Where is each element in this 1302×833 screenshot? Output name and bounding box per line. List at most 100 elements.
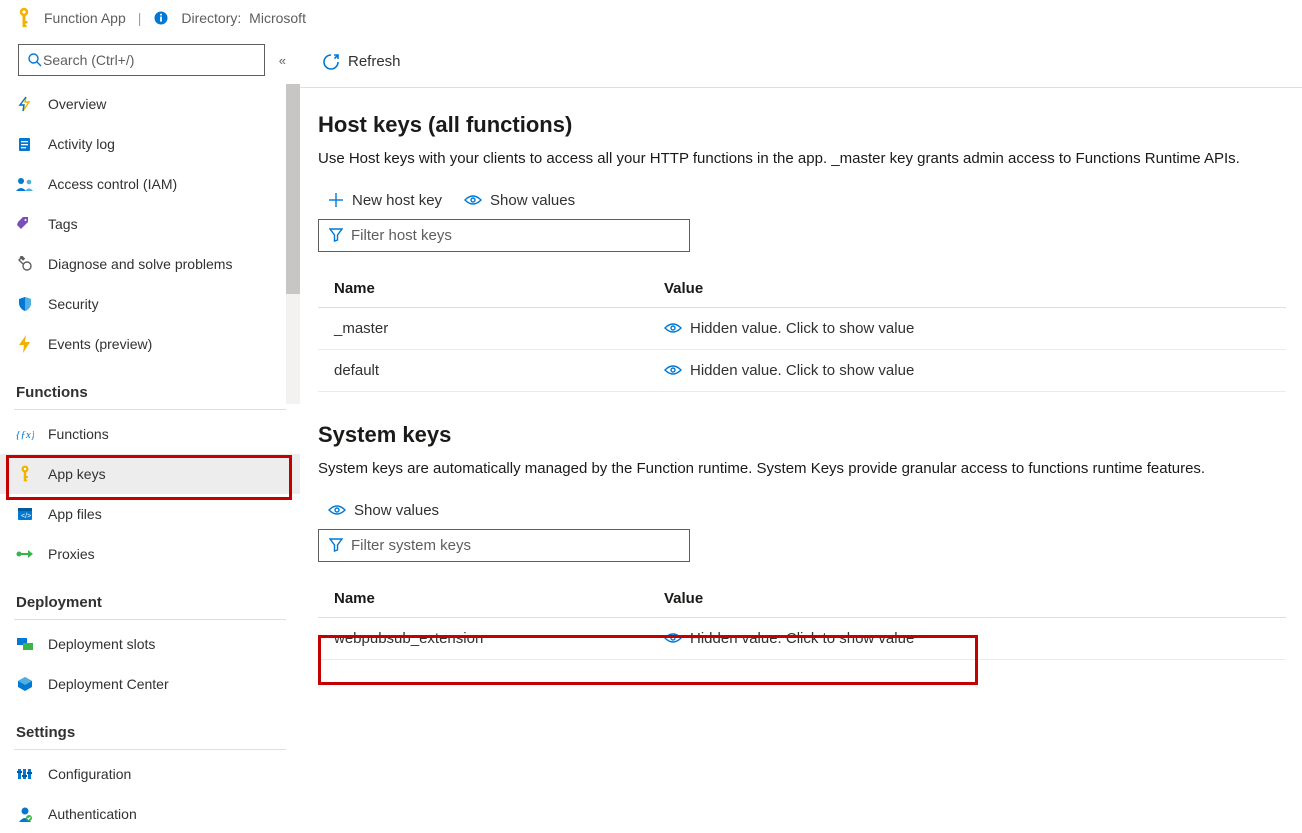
filter-host-keys-input[interactable] bbox=[351, 227, 679, 244]
nav-group-settings: Settings bbox=[0, 704, 300, 747]
nav-label: Security bbox=[48, 296, 99, 312]
filter-icon bbox=[329, 228, 343, 242]
eye-icon bbox=[464, 194, 482, 206]
sidebar-item-app-keys[interactable]: App keys bbox=[0, 454, 300, 494]
sidebar-item-authentication[interactable]: Authentication bbox=[0, 794, 300, 833]
system-keys-desc: System keys are automatically managed by… bbox=[318, 458, 1286, 480]
filter-icon bbox=[329, 538, 343, 552]
events-icon bbox=[16, 335, 34, 353]
host-keys-table: Name Value _master Hidden value. Cl bbox=[318, 270, 1286, 392]
eye-icon bbox=[664, 632, 682, 644]
sidebar-item-proxies[interactable]: Proxies bbox=[0, 534, 300, 574]
nav-group-deployment: Deployment bbox=[0, 574, 300, 617]
plus-icon bbox=[328, 192, 344, 208]
sidebar-item-overview[interactable]: Overview bbox=[0, 84, 300, 124]
refresh-button[interactable]: Refresh bbox=[318, 47, 405, 77]
functions-icon: {ƒx} bbox=[16, 425, 34, 443]
nav-label: Tags bbox=[48, 216, 78, 232]
resource-type-label: Function App bbox=[44, 10, 126, 26]
search-icon bbox=[27, 52, 43, 68]
nav-label: Activity log bbox=[48, 136, 115, 152]
authentication-icon bbox=[16, 805, 34, 823]
col-name-header[interactable]: Name bbox=[318, 270, 648, 308]
collapse-sidebar-button[interactable]: « bbox=[275, 49, 286, 72]
nav-scroll[interactable]: Overview Activity log Access control (IA… bbox=[0, 84, 300, 833]
sidebar-item-deployment-slots[interactable]: Deployment slots bbox=[0, 624, 300, 664]
nav-label: Access control (IAM) bbox=[48, 176, 177, 192]
sidebar-item-app-files[interactable]: </> App files bbox=[0, 494, 300, 534]
info-icon bbox=[153, 10, 169, 26]
sidebar-item-security[interactable]: Security bbox=[0, 284, 300, 324]
filter-system-keys-box[interactable] bbox=[318, 529, 690, 562]
host-keys-title: Host keys (all functions) bbox=[318, 112, 1286, 138]
sidebar-item-events[interactable]: Events (preview) bbox=[0, 324, 300, 364]
host-keys-section: Host keys (all functions) Use Host keys … bbox=[318, 100, 1286, 392]
eye-icon bbox=[664, 322, 682, 334]
scrollbar-track[interactable] bbox=[286, 84, 300, 404]
tags-icon bbox=[16, 215, 34, 233]
sidebar-item-deployment-center[interactable]: Deployment Center bbox=[0, 664, 300, 704]
sidebar-search-box[interactable] bbox=[18, 44, 265, 76]
diagnose-icon bbox=[16, 255, 34, 273]
scrollbar-thumb[interactable] bbox=[286, 84, 300, 294]
eye-icon bbox=[328, 504, 346, 516]
command-bar: Refresh bbox=[300, 36, 1302, 88]
nav-label: App keys bbox=[48, 466, 106, 482]
activity-log-icon bbox=[16, 135, 34, 153]
deployment-center-icon bbox=[16, 675, 34, 693]
filter-host-keys-box[interactable] bbox=[318, 219, 690, 252]
app-files-icon: </> bbox=[16, 505, 34, 523]
nav-label: Events (preview) bbox=[48, 336, 152, 352]
deployment-slots-icon bbox=[16, 635, 34, 653]
directory-label: Directory: Microsoft bbox=[181, 10, 306, 26]
nav-label: Authentication bbox=[48, 806, 137, 822]
svg-text:</>: </> bbox=[21, 513, 31, 520]
host-key-row[interactable]: _master Hidden value. Click to show valu… bbox=[318, 307, 1286, 349]
show-system-values-button[interactable]: Show values bbox=[328, 502, 439, 519]
sidebar-item-tags[interactable]: Tags bbox=[0, 204, 300, 244]
nav-label: App files bbox=[48, 506, 102, 522]
svg-text:{ƒx}: {ƒx} bbox=[16, 429, 34, 441]
main-content: Refresh Host keys (all functions) Use Ho… bbox=[300, 36, 1302, 833]
nav-group-functions: Functions bbox=[0, 364, 300, 407]
system-keys-section: System keys System keys are automaticall… bbox=[318, 410, 1286, 660]
sidebar-item-configuration[interactable]: Configuration bbox=[0, 754, 300, 794]
sidebar: « Overview Activity bbox=[0, 36, 300, 833]
key-icon bbox=[16, 465, 34, 483]
new-host-key-button[interactable]: New host key bbox=[328, 192, 442, 209]
nav-label: Proxies bbox=[48, 546, 95, 562]
configuration-icon bbox=[16, 765, 34, 783]
lightning-icon bbox=[16, 95, 34, 113]
proxies-icon bbox=[16, 545, 34, 563]
refresh-icon bbox=[322, 53, 340, 71]
system-key-row[interactable]: webpubsub_extension Hidden value. Click … bbox=[318, 617, 1286, 659]
nav-label: Functions bbox=[48, 426, 109, 442]
eye-icon bbox=[664, 364, 682, 376]
show-value-button[interactable]: Hidden value. Click to show value bbox=[664, 320, 1270, 337]
blade-header: Function App | Directory: Microsoft bbox=[0, 0, 1302, 36]
sidebar-item-activity-log[interactable]: Activity log bbox=[0, 124, 300, 164]
nav-label: Diagnose and solve problems bbox=[48, 256, 232, 272]
shield-icon bbox=[16, 295, 34, 313]
filter-system-keys-input[interactable] bbox=[351, 537, 679, 554]
sidebar-item-access-control[interactable]: Access control (IAM) bbox=[0, 164, 300, 204]
nav-label: Deployment slots bbox=[48, 636, 155, 652]
system-keys-title: System keys bbox=[318, 422, 1286, 448]
key-icon bbox=[16, 7, 32, 29]
show-value-button[interactable]: Hidden value. Click to show value bbox=[664, 362, 1270, 379]
show-host-values-button[interactable]: Show values bbox=[464, 192, 575, 209]
col-name-header[interactable]: Name bbox=[318, 580, 648, 618]
nav-label: Configuration bbox=[48, 766, 131, 782]
col-value-header[interactable]: Value bbox=[648, 580, 1286, 618]
access-control-icon bbox=[16, 175, 34, 193]
col-value-header[interactable]: Value bbox=[648, 270, 1286, 308]
host-key-row[interactable]: default Hidden value. Click to show valu… bbox=[318, 349, 1286, 391]
system-keys-table: Name Value webpubsub_extension bbox=[318, 580, 1286, 660]
show-value-button[interactable]: Hidden value. Click to show value bbox=[664, 630, 1270, 647]
header-divider: | bbox=[138, 10, 142, 26]
search-input[interactable] bbox=[43, 52, 256, 68]
sidebar-item-functions[interactable]: {ƒx} Functions bbox=[0, 414, 300, 454]
nav-label: Overview bbox=[48, 96, 106, 112]
host-keys-desc: Use Host keys with your clients to acces… bbox=[318, 148, 1286, 170]
sidebar-item-diagnose[interactable]: Diagnose and solve problems bbox=[0, 244, 300, 284]
